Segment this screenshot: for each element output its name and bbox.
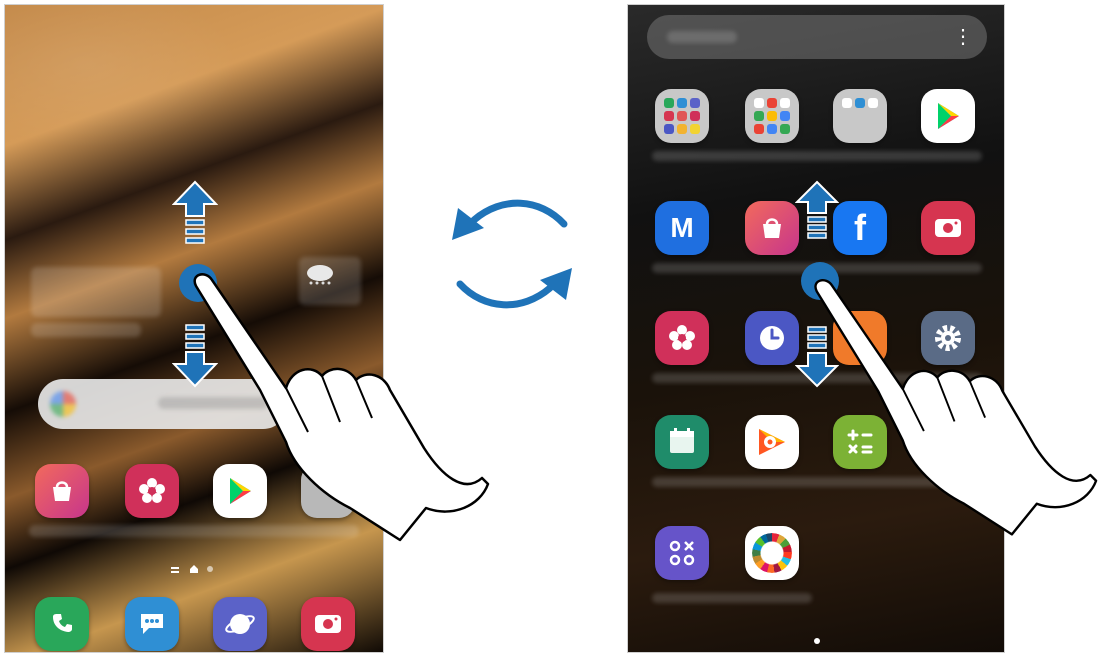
gallery-icon[interactable] bbox=[655, 311, 709, 365]
sdg-icon[interactable] bbox=[745, 526, 799, 580]
galaxy-store-icon[interactable] bbox=[35, 464, 89, 518]
page-indicator-dot bbox=[814, 638, 820, 644]
gallery-icon[interactable] bbox=[125, 464, 179, 518]
rotate-icon bbox=[452, 199, 572, 309]
camera-icon[interactable] bbox=[921, 201, 975, 255]
phone-icon[interactable] bbox=[35, 597, 89, 651]
hand-icon bbox=[814, 279, 1098, 536]
swipe-up-arrow bbox=[172, 180, 218, 244]
app-labels-row-1 bbox=[652, 151, 982, 161]
swipe-up-arrow bbox=[795, 180, 839, 239]
camera-icon[interactable] bbox=[301, 597, 355, 651]
google-folder-icon[interactable] bbox=[745, 89, 799, 143]
clock-widget[interactable] bbox=[31, 267, 161, 317]
internet-icon[interactable] bbox=[213, 597, 267, 651]
apps-search-placeholder bbox=[667, 31, 737, 43]
page-indicator bbox=[171, 564, 231, 574]
play-music-icon[interactable] bbox=[745, 415, 799, 469]
app-labels-row-5 bbox=[652, 593, 812, 603]
home-page-icon bbox=[190, 565, 198, 573]
microsoft-folder-icon[interactable] bbox=[833, 89, 887, 143]
galaxy-store-icon[interactable] bbox=[745, 201, 799, 255]
clock-icon[interactable] bbox=[745, 311, 799, 365]
more-options-icon[interactable]: ⋮ bbox=[953, 25, 973, 49]
apps-search-bar[interactable]: ⋮ bbox=[647, 15, 987, 59]
samsung-members-icon[interactable]: M bbox=[655, 201, 709, 255]
play-store-icon[interactable] bbox=[921, 89, 975, 143]
facebook-icon[interactable]: f bbox=[833, 201, 887, 255]
messages-icon[interactable] bbox=[125, 597, 179, 651]
date-text bbox=[31, 323, 141, 337]
calendar-icon[interactable] bbox=[655, 415, 709, 469]
game-launcher-icon[interactable] bbox=[655, 526, 709, 580]
samsung-folder-icon[interactable] bbox=[655, 89, 709, 143]
google-logo-icon bbox=[50, 391, 76, 417]
